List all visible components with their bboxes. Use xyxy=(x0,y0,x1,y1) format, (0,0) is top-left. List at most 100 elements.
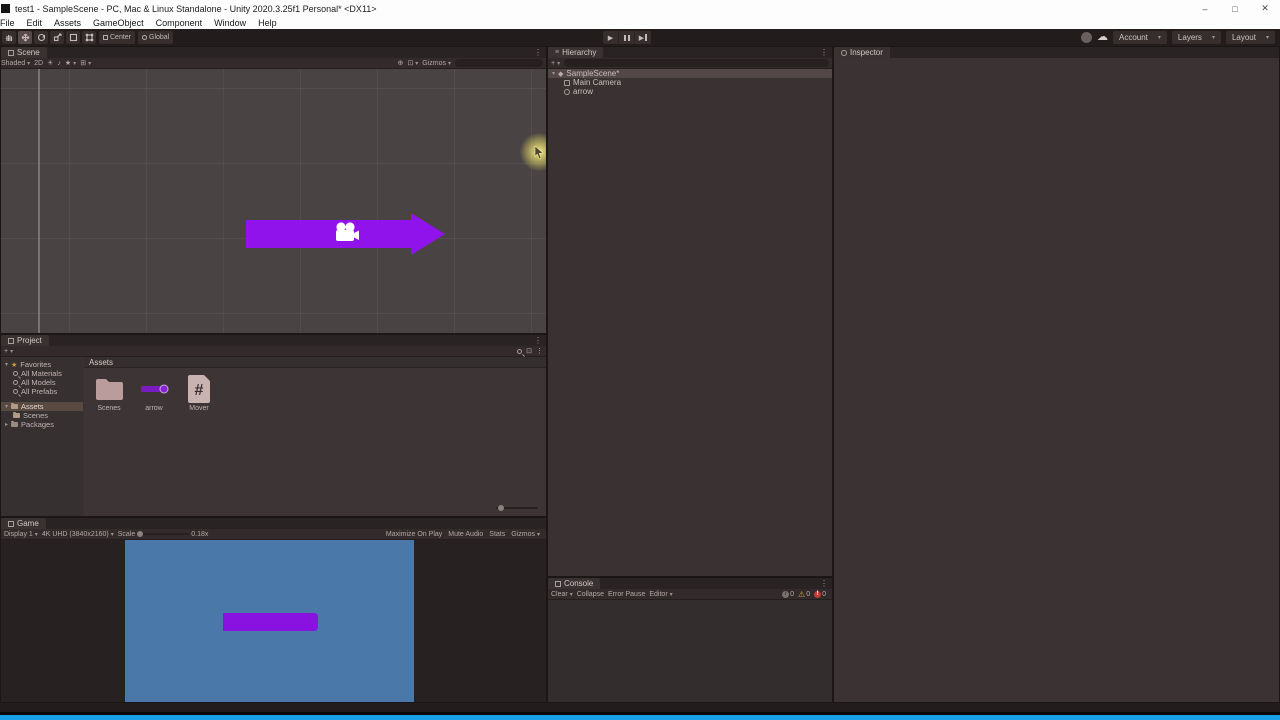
pivot-toggle-button[interactable]: Center xyxy=(99,31,136,44)
project-add-button[interactable]: + ▾ xyxy=(4,348,13,355)
resolution-dropdown[interactable]: 4K UHD (3840x2160) ▾ xyxy=(42,531,114,538)
stats-toggle[interactable]: Stats xyxy=(489,531,505,538)
menu-assets[interactable]: Assets xyxy=(48,18,87,28)
pause-button[interactable] xyxy=(619,31,635,44)
asset-zoom-slider[interactable] xyxy=(496,504,538,512)
slider-knob[interactable] xyxy=(137,531,144,537)
shading-mode-dropdown[interactable]: Shaded ▾ xyxy=(1,60,30,67)
display-dropdown[interactable]: Display 1 ▾ xyxy=(4,531,38,538)
tree-item-favorites[interactable]: ▾ ★ Favorites xyxy=(1,360,83,369)
layers-dropdown[interactable]: Layers ▾ xyxy=(1171,31,1221,44)
rect-icon xyxy=(69,33,77,42)
menu-gameobject[interactable]: GameObject xyxy=(87,18,150,28)
project-lock-icon[interactable]: ⊡ xyxy=(526,347,532,355)
asset-script-file[interactable]: # Mover xyxy=(181,375,217,412)
tool-handle-icon[interactable]: ⊕ xyxy=(397,59,403,67)
scene-lighting-toggle[interactable]: ☀ xyxy=(47,59,53,67)
hierarchy-item-label: Main Camera xyxy=(573,78,622,87)
game-gizmos-dropdown[interactable]: Gizmos ▾ xyxy=(511,531,540,538)
console-collapse-toggle[interactable]: Collapse xyxy=(577,591,604,598)
scene-viewport[interactable] xyxy=(1,69,546,333)
tab-hierarchy[interactable]: ≡ Hierarchy xyxy=(548,47,604,58)
hierarchy-panel-menu-icon[interactable]: ⋮ xyxy=(816,47,832,58)
console-editor-dropdown[interactable]: Editor ▾ xyxy=(649,591,672,598)
tree-item-all-models[interactable]: All Models xyxy=(1,378,83,387)
tab-project[interactable]: Project xyxy=(1,335,49,346)
scene-panel: Scene ⋮ Shaded ▾ 2D ☀ ♪ ★ ▾ ⊞ ▾ ⊕ ⊡ ▾ Gizmo… xyxy=(0,46,547,334)
menu-file[interactable]: File xyxy=(0,18,21,28)
tree-item-all-materials[interactable]: All Materials xyxy=(1,369,83,378)
tab-console[interactable]: Console xyxy=(548,578,601,589)
hierarchy-tab-icon: ≡ xyxy=(555,49,560,56)
scene-panel-menu-icon[interactable]: ⋮ xyxy=(530,47,546,58)
hand-tool-button[interactable] xyxy=(2,31,16,44)
maximize-on-play-toggle[interactable]: Maximize On Play xyxy=(386,531,442,538)
tab-inspector[interactable]: Inspector xyxy=(834,47,890,58)
foldout-arrow-icon[interactable]: ▸ xyxy=(5,421,8,428)
chevron-down-icon: ▾ xyxy=(1157,35,1161,41)
cloud-icon[interactable]: ☁ xyxy=(1097,32,1108,43)
rect-tool-button[interactable] xyxy=(66,31,80,44)
play-button[interactable]: ▶ xyxy=(603,31,619,44)
console-error-pause-toggle[interactable]: Error Pause xyxy=(608,591,645,598)
minimize-button[interactable]: – xyxy=(1190,0,1220,17)
project-search-icon[interactable] xyxy=(517,348,523,354)
mute-audio-toggle[interactable]: Mute Audio xyxy=(448,531,483,538)
tree-item-label: Favorites xyxy=(20,360,52,369)
tab-game[interactable]: Game xyxy=(1,518,46,529)
project-menu-icon[interactable]: ⋮ xyxy=(536,347,543,355)
step-button[interactable]: ▶ xyxy=(635,31,651,44)
shading-mode-label: Shaded xyxy=(1,59,26,67)
collab-icon[interactable] xyxy=(1081,32,1092,43)
arrow-sprite-head[interactable] xyxy=(411,213,445,255)
tree-item-all-prefabs[interactable]: All Prefabs xyxy=(1,387,83,396)
hierarchy-add-button[interactable]: + ▾ xyxy=(551,60,560,67)
asset-scenes-folder[interactable]: Scenes xyxy=(91,375,127,412)
console-clear-dropdown[interactable]: Clear ▾ xyxy=(551,591,573,598)
menu-window[interactable]: Window xyxy=(208,18,252,28)
asset-arrow-sprite[interactable]: arrow xyxy=(136,375,172,412)
scale-tool-button[interactable] xyxy=(50,31,64,44)
foldout-arrow-icon[interactable]: ▾ xyxy=(5,403,8,410)
camera-gizmo-icon[interactable] xyxy=(333,222,359,244)
hierarchy-item-scene[interactable]: ▾ ◆ SampleScene* xyxy=(548,69,832,78)
hierarchy-search-input[interactable] xyxy=(564,59,829,67)
project-panel-menu-icon[interactable]: ⋮ xyxy=(530,335,546,346)
scene-effects-dropdown[interactable]: ★ ▾ xyxy=(65,59,76,67)
hierarchy-item-arrow[interactable]: arrow xyxy=(548,87,832,96)
space-toggle-button[interactable]: Global xyxy=(138,31,174,44)
warning-filter-toggle[interactable]: ⚠ 0 xyxy=(798,590,810,598)
tree-item-assets[interactable]: ▾ Assets xyxy=(1,402,83,411)
console-panel-menu-icon[interactable]: ⋮ xyxy=(816,578,832,589)
game-viewport[interactable] xyxy=(1,540,546,702)
maximize-button[interactable]: □ xyxy=(1220,0,1250,17)
arrow-sprite-shaft[interactable] xyxy=(246,220,412,248)
scene-search-input[interactable] xyxy=(455,59,543,67)
tree-item-scenes[interactable]: Scenes xyxy=(1,411,83,420)
close-button[interactable]: ✕ xyxy=(1250,0,1280,17)
2d-toggle-button[interactable]: 2D xyxy=(34,60,43,67)
info-filter-toggle[interactable]: i 0 xyxy=(782,590,794,598)
menu-help[interactable]: Help xyxy=(252,18,283,28)
tree-item-packages[interactable]: ▸ Packages xyxy=(1,420,83,429)
scene-grid-dropdown[interactable]: ⊞ ▾ xyxy=(80,59,91,67)
gizmos-dropdown[interactable]: Gizmos ▾ xyxy=(422,60,451,67)
scene-camera-dropdown[interactable]: ⊡ ▾ xyxy=(407,59,418,67)
move-tool-button[interactable] xyxy=(18,31,32,44)
scene-toolbar: Shaded ▾ 2D ☀ ♪ ★ ▾ ⊞ ▾ ⊕ ⊡ ▾ Gizmos ▾ xyxy=(1,58,546,69)
menu-component[interactable]: Component xyxy=(150,18,209,28)
foldout-arrow-icon[interactable]: ▾ xyxy=(5,361,8,368)
hierarchy-item-main-camera[interactable]: Main Camera xyxy=(548,78,832,87)
account-dropdown[interactable]: Account ▾ xyxy=(1113,31,1167,44)
transform-tool-button[interactable] xyxy=(82,31,96,44)
error-filter-toggle[interactable]: ! 0 xyxy=(814,590,826,598)
slider-knob[interactable] xyxy=(498,505,504,511)
tab-scene[interactable]: Scene xyxy=(1,47,47,58)
rotate-tool-button[interactable] xyxy=(34,31,48,44)
globe-icon xyxy=(142,35,148,40)
foldout-arrow-icon[interactable]: ▾ xyxy=(552,70,555,77)
layout-dropdown[interactable]: Layout ▾ xyxy=(1225,31,1275,44)
scale-slider[interactable] xyxy=(137,531,190,537)
scene-audio-toggle[interactable]: ♪ xyxy=(57,60,61,67)
menu-edit[interactable]: Edit xyxy=(21,18,49,28)
